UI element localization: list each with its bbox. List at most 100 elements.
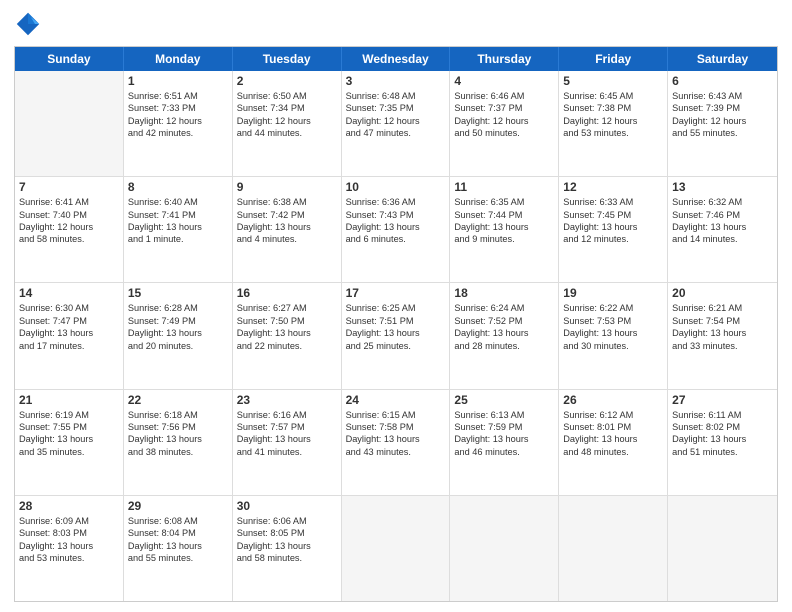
cell-info-l2: Sunset: 7:54 PM	[672, 315, 773, 327]
cell-info-l4: and 44 minutes.	[237, 127, 337, 139]
cell-info-l4: and 22 minutes.	[237, 340, 337, 352]
cell-info-l4: and 47 minutes.	[346, 127, 446, 139]
cell-info-l1: Sunrise: 6:43 AM	[672, 90, 773, 102]
cal-cell-w4-d2: 30Sunrise: 6:06 AMSunset: 8:05 PMDayligh…	[233, 496, 342, 601]
day-number: 5	[563, 74, 663, 88]
page: SundayMondayTuesdayWednesdayThursdayFrid…	[0, 0, 792, 612]
cell-info-l2: Sunset: 7:34 PM	[237, 102, 337, 114]
cell-info-l4: and 35 minutes.	[19, 446, 119, 458]
cell-info-l1: Sunrise: 6:51 AM	[128, 90, 228, 102]
cal-cell-w2-d2: 16Sunrise: 6:27 AMSunset: 7:50 PMDayligh…	[233, 283, 342, 388]
cell-info-l1: Sunrise: 6:12 AM	[563, 409, 663, 421]
cal-cell-w3-d1: 22Sunrise: 6:18 AMSunset: 7:56 PMDayligh…	[124, 390, 233, 495]
day-number: 21	[19, 393, 119, 407]
cal-cell-w2-d5: 19Sunrise: 6:22 AMSunset: 7:53 PMDayligh…	[559, 283, 668, 388]
cell-info-l2: Sunset: 7:59 PM	[454, 421, 554, 433]
cell-info-l3: Daylight: 12 hours	[237, 115, 337, 127]
cell-info-l3: Daylight: 13 hours	[346, 327, 446, 339]
cell-info-l2: Sunset: 7:49 PM	[128, 315, 228, 327]
day-number: 27	[672, 393, 773, 407]
week-row-3: 21Sunrise: 6:19 AMSunset: 7:55 PMDayligh…	[15, 390, 777, 496]
cell-info-l1: Sunrise: 6:40 AM	[128, 196, 228, 208]
cell-info-l4: and 38 minutes.	[128, 446, 228, 458]
cell-info-l3: Daylight: 12 hours	[19, 221, 119, 233]
cell-info-l4: and 51 minutes.	[672, 446, 773, 458]
cal-cell-w2-d1: 15Sunrise: 6:28 AMSunset: 7:49 PMDayligh…	[124, 283, 233, 388]
cell-info-l3: Daylight: 13 hours	[19, 433, 119, 445]
cell-info-l4: and 58 minutes.	[237, 552, 337, 564]
cell-info-l3: Daylight: 13 hours	[563, 433, 663, 445]
cal-cell-w3-d0: 21Sunrise: 6:19 AMSunset: 7:55 PMDayligh…	[15, 390, 124, 495]
cell-info-l3: Daylight: 13 hours	[346, 433, 446, 445]
cell-info-l2: Sunset: 7:56 PM	[128, 421, 228, 433]
cell-info-l1: Sunrise: 6:21 AM	[672, 302, 773, 314]
cal-cell-w0-d4: 4Sunrise: 6:46 AMSunset: 7:37 PMDaylight…	[450, 71, 559, 176]
cell-info-l1: Sunrise: 6:18 AM	[128, 409, 228, 421]
cell-info-l4: and 42 minutes.	[128, 127, 228, 139]
day-number: 20	[672, 286, 773, 300]
cell-info-l4: and 53 minutes.	[563, 127, 663, 139]
cell-info-l1: Sunrise: 6:46 AM	[454, 90, 554, 102]
day-number: 17	[346, 286, 446, 300]
cell-info-l4: and 17 minutes.	[19, 340, 119, 352]
cell-info-l1: Sunrise: 6:41 AM	[19, 196, 119, 208]
cell-info-l1: Sunrise: 6:08 AM	[128, 515, 228, 527]
cell-info-l4: and 4 minutes.	[237, 233, 337, 245]
cell-info-l4: and 50 minutes.	[454, 127, 554, 139]
cell-info-l3: Daylight: 13 hours	[19, 540, 119, 552]
cell-info-l2: Sunset: 7:44 PM	[454, 209, 554, 221]
cell-info-l2: Sunset: 7:58 PM	[346, 421, 446, 433]
day-number: 12	[563, 180, 663, 194]
cell-info-l3: Daylight: 12 hours	[128, 115, 228, 127]
header-day-friday: Friday	[559, 47, 668, 71]
cell-info-l4: and 25 minutes.	[346, 340, 446, 352]
cell-info-l2: Sunset: 7:53 PM	[563, 315, 663, 327]
cell-info-l2: Sunset: 8:05 PM	[237, 527, 337, 539]
cell-info-l4: and 58 minutes.	[19, 233, 119, 245]
cell-info-l2: Sunset: 7:35 PM	[346, 102, 446, 114]
calendar-header: SundayMondayTuesdayWednesdayThursdayFrid…	[15, 47, 777, 71]
cal-cell-w4-d4	[450, 496, 559, 601]
cell-info-l1: Sunrise: 6:50 AM	[237, 90, 337, 102]
cell-info-l1: Sunrise: 6:32 AM	[672, 196, 773, 208]
day-number: 15	[128, 286, 228, 300]
cal-cell-w0-d0	[15, 71, 124, 176]
cell-info-l4: and 53 minutes.	[19, 552, 119, 564]
cal-cell-w1-d3: 10Sunrise: 6:36 AMSunset: 7:43 PMDayligh…	[342, 177, 451, 282]
cell-info-l4: and 41 minutes.	[237, 446, 337, 458]
cell-info-l3: Daylight: 12 hours	[563, 115, 663, 127]
cell-info-l4: and 1 minute.	[128, 233, 228, 245]
cell-info-l4: and 55 minutes.	[672, 127, 773, 139]
cell-info-l2: Sunset: 7:43 PM	[346, 209, 446, 221]
cell-info-l2: Sunset: 7:57 PM	[237, 421, 337, 433]
cell-info-l4: and 12 minutes.	[563, 233, 663, 245]
day-number: 24	[346, 393, 446, 407]
cell-info-l2: Sunset: 8:02 PM	[672, 421, 773, 433]
cell-info-l2: Sunset: 7:51 PM	[346, 315, 446, 327]
cell-info-l3: Daylight: 12 hours	[454, 115, 554, 127]
day-number: 14	[19, 286, 119, 300]
cell-info-l2: Sunset: 7:50 PM	[237, 315, 337, 327]
day-number: 30	[237, 499, 337, 513]
day-number: 16	[237, 286, 337, 300]
cal-cell-w3-d6: 27Sunrise: 6:11 AMSunset: 8:02 PMDayligh…	[668, 390, 777, 495]
cell-info-l4: and 33 minutes.	[672, 340, 773, 352]
cell-info-l1: Sunrise: 6:48 AM	[346, 90, 446, 102]
cal-cell-w0-d3: 3Sunrise: 6:48 AMSunset: 7:35 PMDaylight…	[342, 71, 451, 176]
logo	[14, 10, 46, 38]
cell-info-l2: Sunset: 7:42 PM	[237, 209, 337, 221]
cell-info-l3: Daylight: 13 hours	[237, 221, 337, 233]
day-number: 23	[237, 393, 337, 407]
header-day-tuesday: Tuesday	[233, 47, 342, 71]
cell-info-l3: Daylight: 13 hours	[128, 433, 228, 445]
cell-info-l2: Sunset: 7:52 PM	[454, 315, 554, 327]
cell-info-l1: Sunrise: 6:11 AM	[672, 409, 773, 421]
week-row-0: 1Sunrise: 6:51 AMSunset: 7:33 PMDaylight…	[15, 71, 777, 177]
cal-cell-w0-d1: 1Sunrise: 6:51 AMSunset: 7:33 PMDaylight…	[124, 71, 233, 176]
day-number: 3	[346, 74, 446, 88]
cell-info-l1: Sunrise: 6:35 AM	[454, 196, 554, 208]
cell-info-l3: Daylight: 13 hours	[563, 327, 663, 339]
cell-info-l1: Sunrise: 6:27 AM	[237, 302, 337, 314]
day-number: 10	[346, 180, 446, 194]
day-number: 19	[563, 286, 663, 300]
